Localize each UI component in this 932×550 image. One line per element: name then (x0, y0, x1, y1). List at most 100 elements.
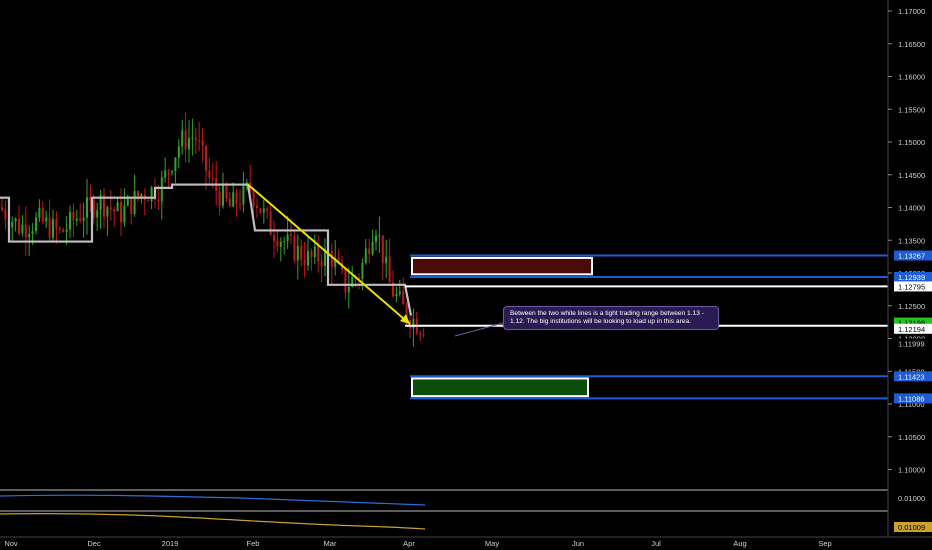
y-tick-label: 1.13500 (898, 236, 925, 245)
candle-body (14, 218, 17, 222)
candle-body (21, 224, 24, 234)
candle-body (86, 197, 88, 218)
candle-body (385, 256, 388, 264)
candle-body (18, 218, 20, 234)
candle-body (293, 235, 296, 261)
candle-body (208, 170, 211, 179)
candle-body (286, 234, 289, 242)
price-label: 1.12795 (898, 282, 925, 291)
candle-body (419, 333, 422, 335)
candle-body (296, 246, 299, 261)
candle-body (205, 145, 207, 171)
candle-body (194, 137, 197, 141)
indicator-label: 0.01009 (898, 523, 925, 532)
y-tick-label: 1.14500 (898, 171, 925, 180)
candle-body (283, 241, 286, 243)
candle-body (364, 248, 367, 263)
candle-body (133, 191, 136, 215)
candle-body (177, 146, 180, 158)
candle-body (72, 211, 75, 221)
x-tick-label: Feb (247, 539, 260, 548)
candle-body (239, 203, 241, 205)
candle-body (31, 231, 34, 235)
candle-body (375, 235, 377, 242)
price-label: 1.11999 (898, 340, 925, 349)
candle-body (106, 207, 109, 217)
annotation-callout[interactable]: Between the two white lines is a tight t… (503, 306, 719, 330)
candle-body (28, 234, 31, 238)
y-tick-label: 1.15000 (898, 138, 925, 147)
candle-body (123, 205, 126, 223)
candle-body (395, 293, 398, 297)
x-tick-label: Aug (733, 539, 746, 548)
candle-body (235, 192, 238, 204)
x-tick-label: Sep (818, 539, 831, 548)
candle-body (1, 207, 3, 210)
x-tick-label: May (485, 539, 499, 548)
candle-body (361, 262, 364, 279)
candle-body (313, 246, 316, 258)
x-tick-label: Jun (572, 539, 584, 548)
candle-body (116, 202, 119, 212)
candle-body (402, 291, 405, 305)
candle-body (198, 140, 201, 142)
candle-body (228, 198, 231, 207)
supply-zone[interactable] (411, 256, 593, 276)
x-tick-label: Apr (403, 539, 415, 548)
candle-body (320, 261, 323, 266)
candle-body (35, 217, 37, 232)
candle-body (276, 240, 279, 247)
x-tick-label: Dec (87, 539, 101, 548)
price-label: 1.11086 (898, 394, 925, 403)
candle-body (140, 194, 143, 197)
candle-body (256, 205, 258, 209)
candle-body (303, 260, 306, 266)
candle-body (164, 170, 167, 178)
candle-body (232, 192, 235, 207)
candle-body (245, 182, 248, 184)
y-tick-label: 1.10500 (898, 433, 925, 442)
candle-body (225, 185, 228, 199)
candle-body (371, 241, 374, 254)
candle-body (317, 246, 320, 262)
candle-body (45, 217, 48, 222)
candle-body (279, 241, 282, 247)
candle-body (412, 318, 415, 329)
demand-zone[interactable] (411, 377, 589, 398)
candle-body (259, 208, 262, 213)
candle-body (48, 217, 51, 238)
candle-body (201, 140, 204, 146)
y-tick-label: 1.17000 (898, 7, 925, 16)
candle-body (92, 200, 95, 218)
y-tick-label: 1.12500 (898, 302, 925, 311)
candle-body (79, 218, 82, 221)
candle-body (307, 250, 309, 266)
x-tick-label: Mar (324, 539, 337, 548)
x-tick-label: Jul (651, 539, 661, 548)
candle-body (174, 157, 177, 172)
price-label: 1.12939 (898, 273, 925, 282)
candle-body (262, 208, 265, 213)
candle-body (120, 202, 122, 223)
price-chart[interactable]: 1.17000 1.16500 1.16000 1.15500 1.15000 1.145… (0, 0, 932, 550)
candle-body (266, 208, 269, 212)
candle-body (113, 209, 116, 212)
candle-body (422, 334, 425, 336)
candle-body (69, 211, 71, 230)
candle-body (160, 177, 163, 202)
candle-body (96, 210, 99, 218)
candle-body (52, 219, 54, 238)
candle-body (62, 229, 65, 232)
candle-body (368, 248, 371, 254)
candle-body (11, 221, 14, 228)
candle-body (109, 207, 112, 210)
x-tick-label: 2019 (162, 539, 179, 548)
candle-body (191, 137, 194, 139)
candle-body (147, 199, 150, 202)
candle-body (310, 250, 313, 258)
candle-body (184, 130, 187, 150)
candle-body (130, 197, 133, 215)
y-tick-label: 1.10000 (898, 466, 925, 475)
candle-body (65, 229, 68, 232)
candle-body (126, 197, 129, 206)
